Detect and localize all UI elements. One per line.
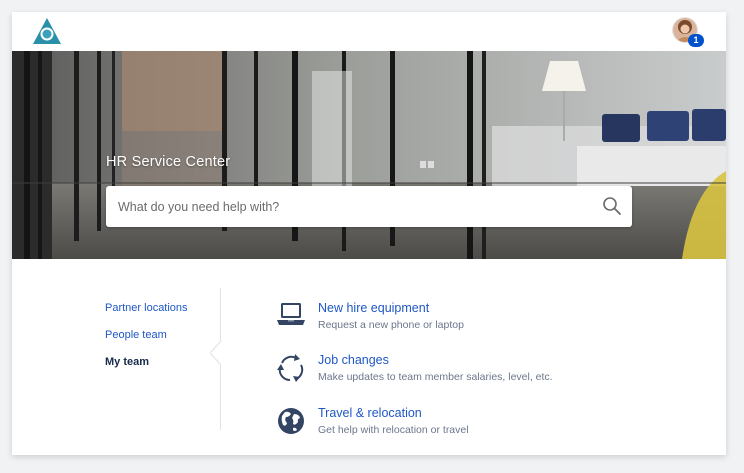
top-bar: 1 (12, 12, 726, 51)
search-input[interactable] (106, 186, 632, 227)
hero-banner: HR Service Center (12, 51, 726, 259)
portal-window: 1 HR Service Center What do you need hel… (12, 12, 726, 455)
request-title[interactable]: Job changes (318, 353, 389, 367)
request-description: Request a new phone or laptop (318, 319, 464, 331)
main-content: Partner locations People team My team Ne… (12, 259, 726, 455)
page-title: HR Service Center (106, 154, 231, 170)
request-description: Get help with relocation or travel (318, 424, 469, 436)
triangle-logo-icon[interactable] (32, 17, 62, 45)
sidebar-item-people-team[interactable]: People team (105, 329, 167, 341)
sidebar-item-my-team[interactable]: My team (105, 356, 149, 368)
request-title[interactable]: Travel & relocation (318, 406, 422, 420)
refresh-cycle-icon (277, 354, 304, 382)
laptop-icon (277, 303, 305, 325)
search-icon[interactable] (602, 196, 622, 216)
notification-badge: 1 (688, 34, 704, 47)
user-profile[interactable]: 1 (672, 17, 706, 49)
globe-icon (278, 408, 304, 434)
active-indicator-notch (210, 341, 230, 365)
request-title[interactable]: New hire equipment (318, 301, 429, 315)
sidebar-item-partner-locations[interactable]: Partner locations (105, 302, 188, 314)
request-description: Make updates to team member salaries, le… (318, 371, 553, 383)
